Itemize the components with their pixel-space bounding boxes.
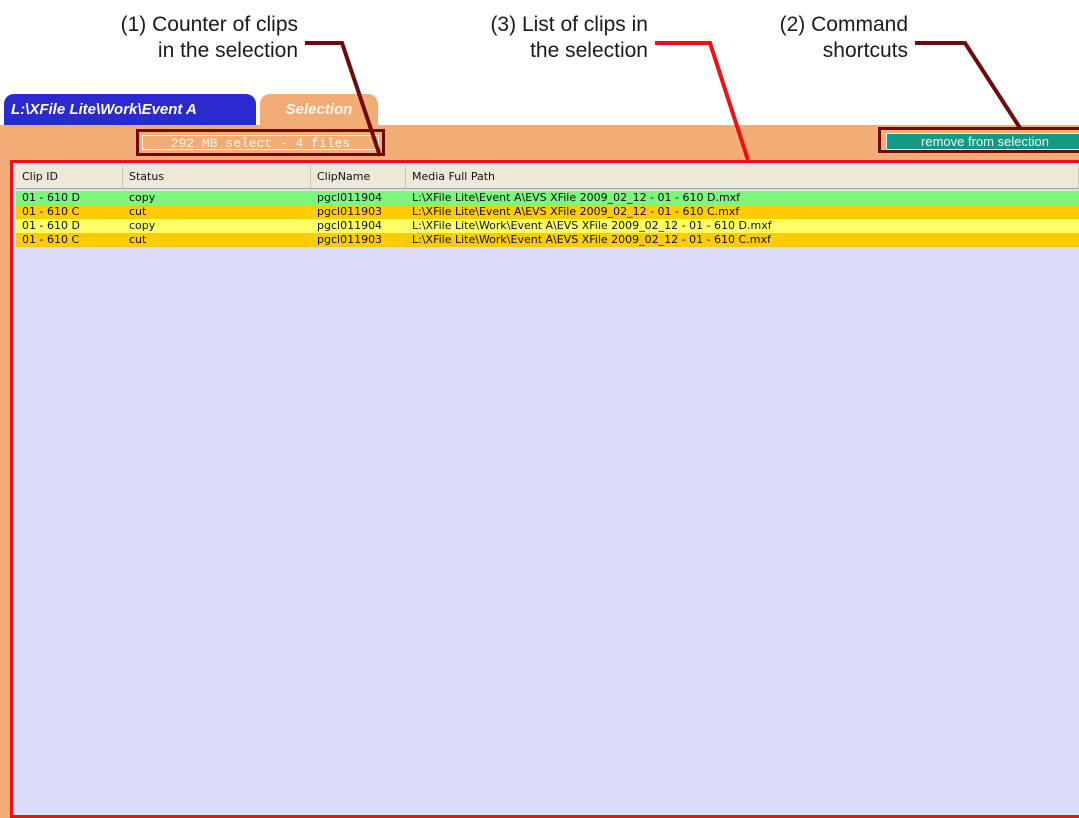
column-header-status[interactable]: Status bbox=[123, 166, 311, 188]
callout-list-line2: the selection bbox=[530, 39, 648, 62]
cell-clip-name: pgcl011904 bbox=[317, 191, 383, 204]
cell-media-path: L:\XFile Lite\Event A\EVS XFile 2009_02_… bbox=[412, 205, 740, 218]
callout-list-line1: (3) List of clips in bbox=[490, 13, 648, 36]
callout-counter-line2: in the selection bbox=[157, 39, 298, 62]
tab-strip: L:\XFile Lite\Work\Event A Selection bbox=[0, 92, 1079, 125]
remove-from-selection-button[interactable]: remove from selection bbox=[886, 133, 1079, 150]
table-row[interactable]: 01 - 610 D copy pgcl011904 L:\XFile Lite… bbox=[16, 219, 1079, 233]
callout-counter: (1) Counter of clips in the selection bbox=[60, 12, 298, 64]
cell-status: cut bbox=[129, 233, 147, 246]
callout-commands: (2) Command shortcuts bbox=[720, 12, 908, 64]
cell-clip-id: 01 - 610 D bbox=[22, 191, 80, 204]
cell-media-path: L:\XFile Lite\Event A\EVS XFile 2009_02_… bbox=[412, 191, 741, 204]
column-header-clip-name[interactable]: ClipName bbox=[311, 166, 406, 188]
tab-selection[interactable]: Selection bbox=[260, 94, 378, 125]
grid-rows: 01 - 610 D copy pgcl011904 L:\XFile Lite… bbox=[16, 191, 1079, 247]
column-header-clip-id[interactable]: Clip ID bbox=[16, 166, 123, 188]
cell-media-path: L:\XFile Lite\Work\Event A\EVS XFile 200… bbox=[412, 233, 771, 246]
cell-clip-name: pgcl011904 bbox=[317, 219, 383, 232]
callout-list: (3) List of clips in the selection bbox=[430, 12, 648, 64]
table-row[interactable]: 01 - 610 C cut pgcl011903 L:\XFile Lite\… bbox=[16, 205, 1079, 219]
cell-clip-id: 01 - 610 C bbox=[22, 233, 80, 246]
selection-counter: 292 MB select - 4 files bbox=[142, 135, 379, 150]
callout-counter-line1: (1) Counter of clips bbox=[120, 13, 298, 36]
grid-header: Clip ID Status ClipName Media Full Path bbox=[16, 166, 1079, 189]
cell-status: copy bbox=[129, 219, 156, 232]
callout-commands-line1: (2) Command bbox=[779, 13, 908, 36]
table-row[interactable]: 01 - 610 C cut pgcl011903 L:\XFile Lite\… bbox=[16, 233, 1079, 247]
counter-highlight-frame: 292 MB select - 4 files bbox=[136, 129, 385, 156]
column-header-media-path[interactable]: Media Full Path bbox=[406, 166, 1079, 188]
command-highlight-frame: remove from selection bbox=[878, 127, 1079, 153]
clip-list: Clip ID Status ClipName Media Full Path … bbox=[10, 160, 1079, 818]
table-row[interactable]: 01 - 610 D copy pgcl011904 L:\XFile Lite… bbox=[16, 191, 1079, 205]
tab-work-folder[interactable]: L:\XFile Lite\Work\Event A bbox=[4, 94, 256, 125]
cell-clip-id: 01 - 610 C bbox=[22, 205, 80, 218]
cell-clip-name: pgcl011903 bbox=[317, 205, 383, 218]
callout-commands-line2: shortcuts bbox=[822, 39, 908, 62]
cell-media-path: L:\XFile Lite\Work\Event A\EVS XFile 200… bbox=[412, 219, 772, 232]
cell-status: cut bbox=[129, 205, 147, 218]
app-window: L:\XFile Lite\Work\Event A Selection 292… bbox=[0, 92, 1079, 818]
cell-clip-name: pgcl011903 bbox=[317, 233, 383, 246]
cell-status: copy bbox=[129, 191, 156, 204]
selection-panel: 292 MB select - 4 files remove from sele… bbox=[0, 125, 1079, 818]
cell-clip-id: 01 - 610 D bbox=[22, 219, 80, 232]
